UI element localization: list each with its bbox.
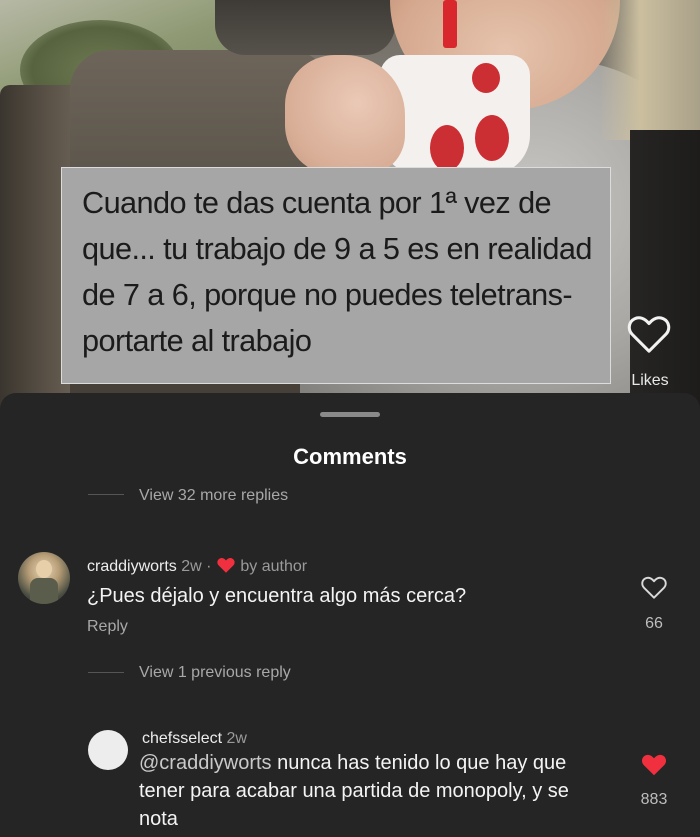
reply-text-line: nota <box>139 808 178 830</box>
reply-username[interactable]: chefsselect <box>142 730 222 747</box>
view-more-replies-link[interactable]: View 32 more replies <box>139 487 288 505</box>
replies-divider <box>88 672 124 673</box>
like-count: 883 <box>640 791 668 808</box>
mention-link[interactable]: @craddiyworts <box>139 752 272 774</box>
person-hair <box>600 0 700 140</box>
reply-age: 2w <box>226 730 247 747</box>
avatar[interactable] <box>88 730 128 770</box>
reply-button[interactable]: Reply <box>87 618 128 636</box>
heart-filled-icon <box>217 558 235 573</box>
replies-divider <box>88 494 124 495</box>
cup-dot <box>472 63 500 93</box>
comment-age: 2w <box>181 558 202 575</box>
likes-label: Likes <box>631 372 669 389</box>
author-badge-label: by author <box>240 558 308 575</box>
reply-header: chefsselect 2w <box>142 730 247 748</box>
drink-straw <box>443 0 457 48</box>
video-background[interactable]: Cuando te das cuenta por 1ª vez de que..… <box>0 0 700 420</box>
caption-line: portarte al trabajo <box>82 323 312 358</box>
comments-sheet: Comments View 32 more replies craddiywor… <box>0 393 700 837</box>
comment-username[interactable]: craddiyworts <box>87 558 177 575</box>
reply-text: @craddiyworts nunca has tenido lo que ha… <box>139 749 629 833</box>
reply-text-line: tener para acabar una partida de monopol… <box>139 780 569 802</box>
avatar-face <box>36 560 52 578</box>
reply-text-line: @craddiyworts nunca has tenido lo que ha… <box>139 749 629 777</box>
reply-text-fragment: nunca has tenido lo que hay que <box>277 752 567 774</box>
heart-filled-icon[interactable] <box>640 752 668 777</box>
video-caption: Cuando te das cuenta por 1ª vez de que..… <box>61 167 611 384</box>
caption-line: de 7 a 6, porque no puedes teletrans- <box>82 277 573 312</box>
sheet-drag-handle[interactable] <box>320 412 380 417</box>
avatar-body <box>30 578 58 604</box>
like-count: 66 <box>645 615 663 632</box>
cup-dot <box>430 125 464 171</box>
comment-text: ¿Pues déjalo y encuentra algo más cerca? <box>87 585 467 607</box>
heart-outline-icon[interactable] <box>626 313 672 355</box>
car-headrest <box>215 0 395 55</box>
avatar[interactable] <box>18 552 70 604</box>
comment-header: craddiyworts 2w · by author <box>87 556 307 576</box>
caption-line: que... tu trabajo de 9 a 5 es en realida… <box>82 231 592 266</box>
comments-title: Comments <box>293 444 407 469</box>
heart-outline-icon[interactable] <box>640 575 668 600</box>
person-hand <box>285 55 405 175</box>
cup-dot <box>475 115 509 161</box>
meta-separator: · <box>206 558 212 575</box>
view-previous-reply-link[interactable]: View 1 previous reply <box>139 664 291 682</box>
caption-line: Cuando te das cuenta por 1ª vez de <box>82 185 552 220</box>
